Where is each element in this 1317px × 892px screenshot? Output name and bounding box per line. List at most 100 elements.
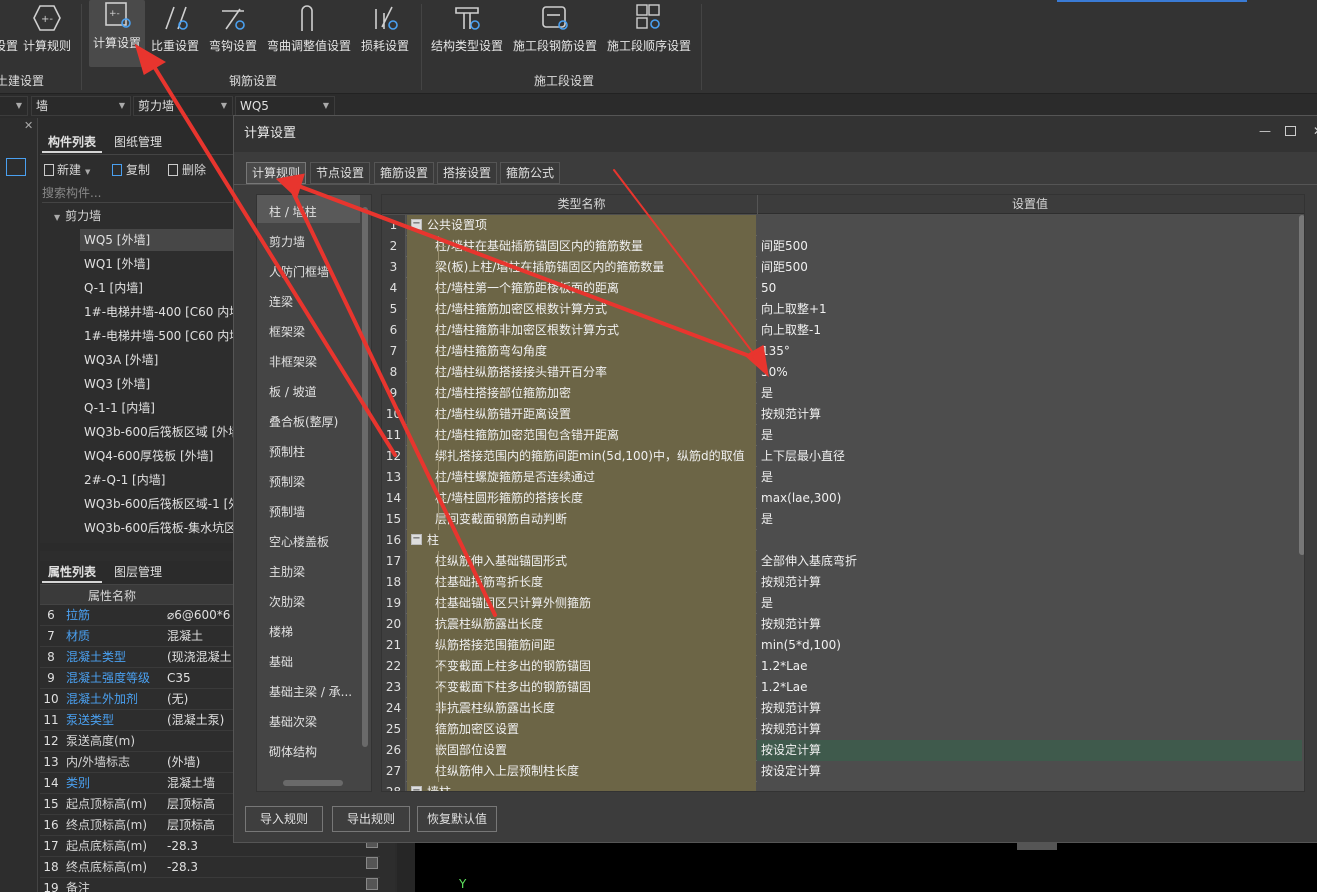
import-rules-button[interactable]: 导入规则 [245, 806, 323, 832]
setting-value[interactable]: 向上取整-1 [757, 320, 1302, 341]
setting-value[interactable]: 按规范计算 [757, 698, 1302, 719]
component-name-combo[interactable]: WQ5 ▼ [235, 96, 335, 116]
section-order-button[interactable]: 施工段顺序设置 [604, 0, 694, 70]
setting-value[interactable]: min(5*d,100) [757, 635, 1302, 656]
category-item[interactable]: 连梁 [269, 293, 293, 310]
category-item[interactable]: 剪力墙 [269, 233, 305, 250]
table-row[interactable]: 3 梁(板)上柱/墙柱在插筋锚固区内的箍筋数量 间距500 [382, 257, 1302, 278]
table-row[interactable]: 6 柱/墙柱箍筋非加密区根数计算方式 向上取整-1 [382, 320, 1302, 341]
loss-settings-button[interactable]: 损耗设置 [359, 0, 411, 70]
setting-value[interactable]: 50% [757, 362, 1302, 383]
category-item[interactable]: 次肋梁 [269, 593, 305, 610]
setting-value[interactable]: max(lae,300) [757, 488, 1302, 509]
setting-value[interactable]: 按规范计算 [757, 404, 1302, 425]
category-item[interactable]: 框架梁 [269, 323, 305, 340]
export-rules-button[interactable]: 导出规则 [332, 806, 410, 832]
table-row[interactable]: 13 柱/墙柱螺旋箍筋是否连续通过 是 [382, 467, 1302, 488]
collapse-icon[interactable]: − [411, 534, 422, 545]
table-row[interactable]: 18 柱基础插筋弯折长度 按规范计算 [382, 572, 1302, 593]
category-item[interactable]: 空心楼盖板 [269, 533, 329, 550]
setting-value[interactable] [757, 530, 1302, 551]
section-rebar-button[interactable]: 施工段钢筋设置 [510, 0, 600, 70]
table-row[interactable]: 1− 公共设置项 [382, 215, 1302, 236]
category-hscrollbar[interactable] [283, 780, 343, 786]
table-row[interactable]: 26 嵌固部位设置 按设定计算 [382, 740, 1302, 761]
checkbox[interactable] [366, 857, 378, 869]
table-row[interactable]: 28− 墙柱 [382, 782, 1302, 791]
setting-value[interactable]: 按规范计算 [757, 572, 1302, 593]
category-item[interactable]: 板 / 坡道 [269, 383, 317, 400]
setting-value[interactable]: 是 [757, 593, 1302, 614]
category-item[interactable]: 非框架梁 [269, 353, 317, 370]
list-item[interactable]: WQ5 [外墙] [84, 229, 150, 251]
setting-value[interactable]: 是 [757, 509, 1302, 530]
table-row[interactable]: 16− 柱 [382, 530, 1302, 551]
list-item[interactable]: WQ1 [外墙] [84, 253, 150, 275]
list-item[interactable]: 2#-Q-1 [内墙] [84, 469, 165, 491]
setting-value[interactable]: 是 [757, 383, 1302, 404]
list-item[interactable]: 1#-电梯井墙-400 [C60 内墙 [84, 301, 240, 323]
category-item[interactable]: 人防门框墙 [269, 263, 329, 280]
table-row[interactable]: 14 柱/墙柱圆形箍筋的搭接长度 max(lae,300) [382, 488, 1302, 509]
drawing-canvas[interactable]: Y [415, 843, 1317, 892]
minimize-icon[interactable]: — [1259, 124, 1271, 138]
list-item[interactable]: WQ3b-600后筏板区域-1 [外 [84, 493, 240, 515]
category-item[interactable]: 柱 / 墙柱 [269, 203, 317, 220]
category-item[interactable]: 楼梯 [269, 623, 293, 640]
tab-stirrup-formula[interactable]: 箍筋公式 [500, 162, 561, 184]
close-icon[interactable]: ✕ [1313, 124, 1317, 138]
setting-value[interactable]: 按规范计算 [757, 614, 1302, 635]
table-row[interactable]: 21 纵筋搭接范围箍筋间距 min(5*d,100) [382, 635, 1302, 656]
collapse-icon[interactable]: − [411, 219, 422, 230]
setting-value[interactable]: 按规范计算 [757, 719, 1302, 740]
list-item[interactable]: WQ3A [外墙] [84, 349, 158, 371]
tab-lap-settings[interactable]: 搭接设置 [437, 162, 498, 184]
tab-calc-rules[interactable]: 计算规则 [246, 162, 307, 184]
bend-adjust-button[interactable]: 弯曲调整值设置 [265, 0, 353, 70]
category-item[interactable]: 基础 [269, 653, 293, 670]
setting-value[interactable]: 是 [757, 425, 1302, 446]
table-row[interactable]: 2 柱/墙柱在基础插筋锚固区内的箍筋数量 间距500 [382, 236, 1302, 257]
table-row[interactable]: 22 不变截面上柱多出的钢筋锚固 1.2*Lae [382, 656, 1302, 677]
setting-value[interactable]: 向上取整+1 [757, 299, 1302, 320]
list-item[interactable]: 1#-电梯井墙-500 [C60 内墙 [84, 325, 240, 347]
setting-value[interactable]: 间距500 [757, 236, 1302, 257]
setting-value[interactable]: 按设定计算 [757, 740, 1302, 761]
grid-scrollbar[interactable] [1299, 215, 1304, 555]
setting-value[interactable]: 135° [757, 341, 1302, 362]
setting-value[interactable] [757, 782, 1302, 791]
setting-value[interactable]: 1.2*Lae [757, 677, 1302, 698]
table-row[interactable]: 5 柱/墙柱箍筋加密区根数计算方式 向上取整+1 [382, 299, 1302, 320]
structure-type-button[interactable]: 结构类型设置 [428, 0, 506, 70]
reset-defaults-button[interactable]: 恢复默认值 [417, 806, 497, 832]
category-item[interactable]: 主肋梁 [269, 563, 305, 580]
setting-value[interactable]: 50 [757, 278, 1302, 299]
table-row[interactable]: 7 柱/墙柱箍筋弯勾角度 135° [382, 341, 1302, 362]
list-item[interactable]: Q-1-1 [内墙] [84, 397, 155, 419]
list-item[interactable]: WQ3 [外墙] [84, 373, 150, 395]
collapse-icon[interactable]: − [411, 786, 422, 791]
table-row[interactable]: 18 终点底标高(m) -28.3 [40, 857, 380, 878]
table-row[interactable]: 19 备注 [40, 878, 380, 892]
table-row[interactable]: 15 层间变截面钢筋自动判断 是 [382, 509, 1302, 530]
setting-value[interactable]: 1.2*Lae [757, 656, 1302, 677]
table-row[interactable]: 8 柱/墙柱纵筋搭接接头错开百分率 50% [382, 362, 1302, 383]
table-row[interactable]: 10 柱/墙柱纵筋错开距离设置 按规范计算 [382, 404, 1302, 425]
category-item[interactable]: 基础主梁 / 承... [269, 683, 352, 700]
category-item[interactable]: 砌体结构 [269, 743, 317, 760]
maximize-icon[interactable] [1285, 126, 1296, 136]
setting-value[interactable]: 全部伸入基底弯折 [757, 551, 1302, 572]
table-row[interactable]: 19 柱基础锚固区只计算外侧箍筋 是 [382, 593, 1302, 614]
table-row[interactable]: 9 柱/墙柱搭接部位箍筋加密 是 [382, 383, 1302, 404]
category-item[interactable]: 预制墙 [269, 503, 305, 520]
list-item[interactable]: WQ3b-600后筏板区域 [外墙 [84, 421, 240, 443]
tab-layer-management[interactable]: 图层管理 [108, 561, 168, 583]
setting-value[interactable]: 按设定计算 [757, 761, 1302, 782]
setting-value[interactable] [757, 215, 1302, 236]
category-scrollbar[interactable] [362, 207, 368, 747]
tab-property-list[interactable]: 属性列表 [42, 561, 103, 583]
table-row[interactable]: 17 柱纵筋伸入基础锚固形式 全部伸入基底弯折 [382, 551, 1302, 572]
tab-node-settings[interactable]: 节点设置 [310, 162, 371, 184]
setting-value[interactable]: 是 [757, 467, 1302, 488]
list-item[interactable]: WQ4-600厚筏板 [外墙] [84, 445, 213, 467]
